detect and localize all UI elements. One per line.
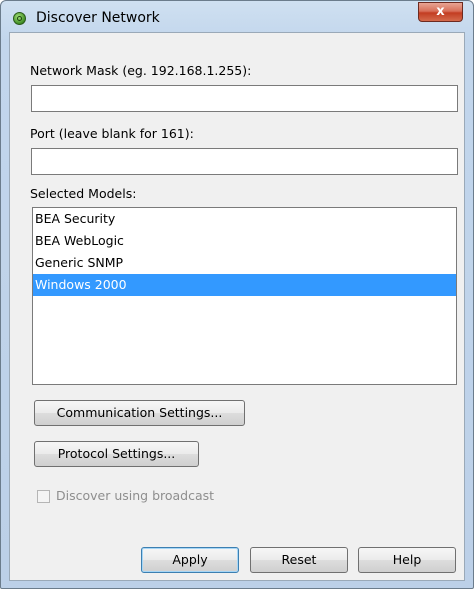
window-title: Discover Network <box>36 10 160 26</box>
list-item-selected[interactable]: Windows 2000 <box>33 274 456 296</box>
app-icon <box>13 12 26 25</box>
network-mask-input[interactable] <box>31 85 458 112</box>
selected-models-label: Selected Models: <box>30 186 137 201</box>
apply-button[interactable]: Apply <box>141 547 239 573</box>
dialog-content: Network Mask (eg. 192.168.1.255): Port (… <box>9 32 465 581</box>
communication-settings-button[interactable]: Communication Settings... <box>34 400 245 426</box>
port-input[interactable] <box>31 148 458 175</box>
models-listbox[interactable]: BEA Security BEA WebLogic Generic SNMP W… <box>32 207 457 385</box>
network-mask-label: Network Mask (eg. 192.168.1.255): <box>30 63 252 78</box>
close-button[interactable]: x <box>418 2 463 22</box>
list-item[interactable]: Generic SNMP <box>33 252 456 274</box>
broadcast-checkbox[interactable] <box>37 490 50 503</box>
protocol-settings-button[interactable]: Protocol Settings... <box>34 441 199 467</box>
port-label: Port (leave blank for 161): <box>30 126 194 141</box>
broadcast-label: Discover using broadcast <box>56 488 215 503</box>
list-item[interactable]: BEA WebLogic <box>33 230 456 252</box>
list-item[interactable]: BEA Security <box>33 208 456 230</box>
dialog-window: Discover Network x Network Mask (eg. 192… <box>0 0 474 589</box>
title-bar[interactable]: Discover Network x <box>1 1 473 33</box>
help-button[interactable]: Help <box>358 547 456 573</box>
reset-button[interactable]: Reset <box>250 547 348 573</box>
